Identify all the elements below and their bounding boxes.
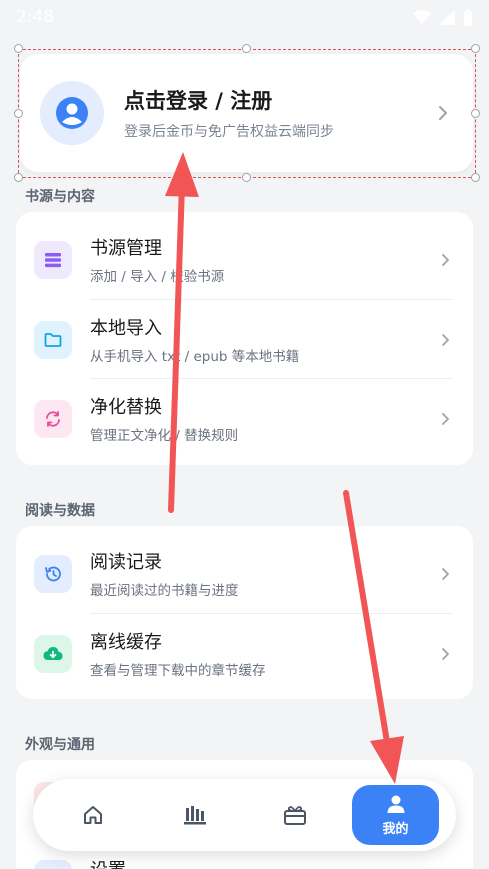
resize-handle[interactable] xyxy=(471,109,480,118)
chevron-right-icon xyxy=(442,567,449,580)
item-title: 本地导入 xyxy=(90,318,162,339)
user-circle-icon xyxy=(56,97,88,129)
resize-handle[interactable] xyxy=(14,109,23,118)
avatar xyxy=(40,81,104,145)
item-subtitle: 管理正文净化 / 替换规则 xyxy=(90,428,239,444)
list-icon xyxy=(34,240,72,279)
refresh-icon xyxy=(34,399,72,438)
chevron-right-icon xyxy=(442,647,449,660)
chevron-right-icon xyxy=(442,412,449,425)
gift-icon xyxy=(284,806,306,825)
item-title: 阅读记录 xyxy=(90,552,162,573)
status-time: 2:48 xyxy=(16,7,55,27)
list-item-settings[interactable]: 设置 xyxy=(90,856,126,869)
folder-icon xyxy=(34,320,72,359)
list-item-local-import[interactable]: 本地导入 从手机导入 txt / epub 等本地书籍 xyxy=(16,300,473,379)
list-item-offline-cache[interactable]: 离线缓存 查看与管理下载中的章节缓存 xyxy=(16,614,473,693)
nav-bookshelf[interactable] xyxy=(147,779,243,851)
bottom-nav: 我的 xyxy=(33,779,456,851)
item-subtitle: 查看与管理下载中的章节缓存 xyxy=(90,663,266,679)
item-subtitle: 从手机导入 txt / epub 等本地书籍 xyxy=(90,349,300,365)
cloud-download-icon xyxy=(34,634,72,673)
resize-handle[interactable] xyxy=(471,173,480,182)
login-title: 点击登录 / 注册 xyxy=(124,89,273,113)
settings-group-content: 书源管理 添加 / 导入 / 校验书源 本地导入 从手机导入 txt / epu… xyxy=(16,212,473,465)
chevron-right-icon xyxy=(442,333,449,346)
item-subtitle: 添加 / 导入 / 校验书源 xyxy=(90,269,225,285)
resize-handle[interactable] xyxy=(14,173,23,182)
nav-label: 我的 xyxy=(382,822,409,837)
item-title: 书源管理 xyxy=(90,238,162,259)
item-title: 离线缓存 xyxy=(90,632,162,653)
gear-icon xyxy=(34,860,72,869)
list-item-purify-replace[interactable]: 净化替换 管理正文净化 / 替换规则 xyxy=(16,379,473,458)
resize-handle[interactable] xyxy=(242,173,251,182)
nav-home[interactable] xyxy=(45,779,141,851)
resize-handle[interactable] xyxy=(14,44,23,53)
battery-icon xyxy=(464,8,472,26)
section-title: 书源与内容 xyxy=(25,189,95,205)
section-title: 阅读与数据 xyxy=(25,503,95,519)
chevron-right-icon xyxy=(442,253,449,266)
resize-handle[interactable] xyxy=(242,44,251,53)
settings-group-reading: 阅读记录 最近阅读过的书籍与进度 离线缓存 查看与管理下载中的章节缓存 xyxy=(16,526,473,699)
status-bar: 2:48 xyxy=(0,0,489,34)
history-icon xyxy=(34,554,72,593)
bookshelf-icon xyxy=(184,806,206,825)
resize-handle[interactable] xyxy=(471,44,480,53)
list-item-source-manage[interactable]: 书源管理 添加 / 导入 / 校验书源 xyxy=(16,220,473,299)
signal-icon xyxy=(439,9,455,25)
item-subtitle: 最近阅读过的书籍与进度 xyxy=(90,583,239,599)
list-item-reading-history[interactable]: 阅读记录 最近阅读过的书籍与进度 xyxy=(16,534,473,613)
home-icon xyxy=(84,806,102,824)
login-subtitle: 登录后金币与免广告权益云端同步 xyxy=(124,124,334,140)
nav-gift[interactable] xyxy=(247,779,343,851)
item-title: 净化替换 xyxy=(90,397,162,418)
wifi-icon xyxy=(413,9,431,24)
section-title: 外观与通用 xyxy=(25,737,95,753)
nav-mine[interactable]: 我的 xyxy=(352,785,439,845)
login-card[interactable]: 点击登录 / 注册 登录后金币与免广告权益云端同步 xyxy=(20,54,473,172)
user-icon xyxy=(387,795,404,813)
chevron-right-icon xyxy=(439,106,447,120)
status-icons xyxy=(413,8,473,26)
